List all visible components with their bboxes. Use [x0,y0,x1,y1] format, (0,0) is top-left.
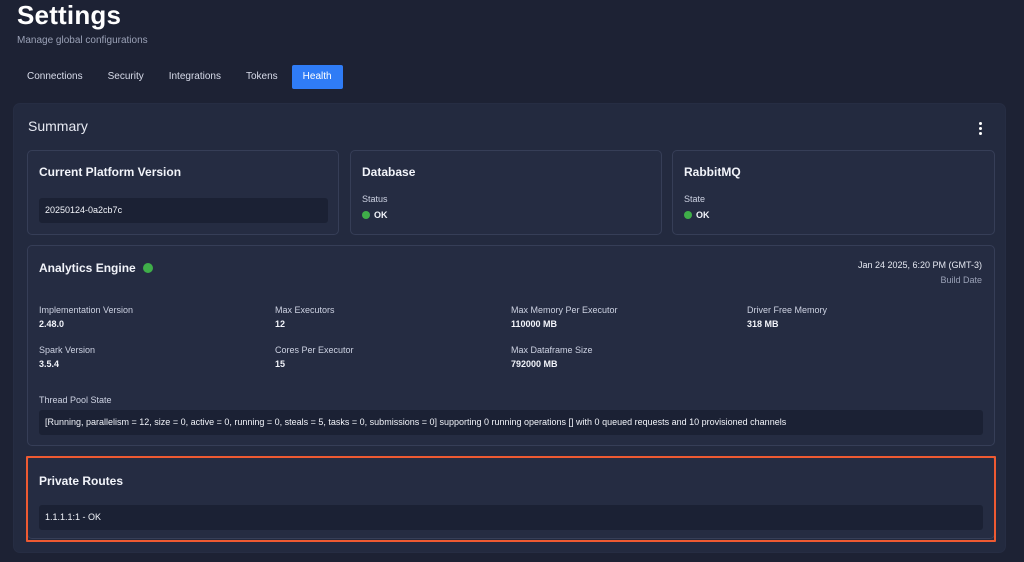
rabbitmq-state: OK [684,210,710,220]
field-value: 792000 MB [511,359,558,369]
rabbitmq-state-label: State [684,194,706,204]
platform-version-title: Current Platform Version [39,165,182,179]
database-status-value: OK [374,210,388,220]
platform-version-value: 20250124-0a2cb7c [39,198,328,223]
settings-tabs: Connections Security Integrations Tokens… [16,65,346,89]
highlight-box [26,456,996,542]
analytics-engine-card: Analytics Engine Jan 24 2025, 6:20 PM (G… [27,245,995,446]
page-header: Settings Manage global configurations Co… [0,0,1024,94]
field-value: 318 MB [747,319,779,329]
field-label: Driver Free Memory [747,305,828,315]
build-date: Jan 24 2025, 6:20 PM (GMT-3) [857,260,982,270]
build-date-label: Build Date [940,275,982,285]
page-title: Settings [17,0,122,30]
field-label: Max Executors [275,305,335,315]
field-label: Max Memory Per Executor [511,305,618,315]
database-status-label: Status [362,194,388,204]
page-subtitle: Manage global configurations [17,35,148,46]
analytics-engine-title: Analytics Engine [39,261,136,275]
field-value: 12 [275,319,286,329]
rabbitmq-state-value: OK [696,210,710,220]
tab-tokens[interactable]: Tokens [235,65,289,89]
database-title: Database [362,165,416,179]
thread-pool-value: [Running, parallelism = 12, size = 0, ac… [39,410,983,435]
field-label: Implementation Version [39,305,134,315]
field-label: Spark Version [39,345,96,355]
status-ok-icon [684,211,692,219]
database-card: Database Status OK [350,150,662,235]
thread-pool-label: Thread Pool State [39,395,112,405]
tab-integrations[interactable]: Integrations [158,65,232,89]
tab-health[interactable]: Health [291,65,343,89]
database-status: OK [362,210,388,220]
field-label: Cores Per Executor [275,345,354,355]
field-value: 15 [275,359,286,369]
more-vertical-icon[interactable] [976,122,984,138]
field-value: 3.5.4 [39,359,60,369]
engine-status-icon [143,263,153,273]
platform-version-card: Current Platform Version 20250124-0a2cb7… [27,150,339,235]
tab-connections[interactable]: Connections [16,65,94,89]
rabbitmq-title: RabbitMQ [684,165,741,179]
status-ok-icon [362,211,370,219]
field-value: 2.48.0 [39,319,65,329]
summary-title: Summary [28,118,88,134]
field-value: 110000 MB [511,319,558,329]
rabbitmq-card: RabbitMQ State OK [672,150,995,235]
tab-security[interactable]: Security [97,65,155,89]
field-label: Max Dataframe Size [511,345,593,355]
